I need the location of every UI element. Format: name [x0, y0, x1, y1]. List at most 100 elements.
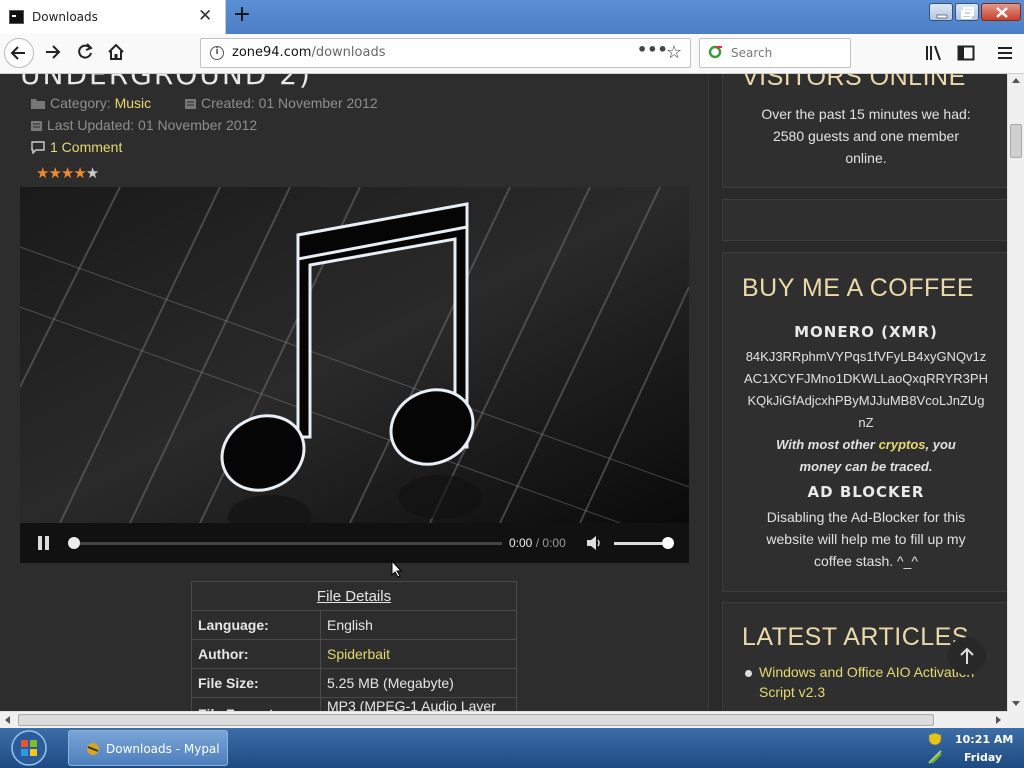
updated-meta: Last Updated: 01 November 2012 — [30, 117, 257, 133]
latest-articles-panel: LATEST ARTICLES Windows and Office AIO A… — [722, 602, 1007, 711]
adblock-text: Disabling the Ad-Blocker for this websit… — [766, 509, 966, 569]
current-time: 0:00 — [509, 536, 533, 550]
comments-link[interactable]: 1 Comment — [50, 139, 122, 155]
clock-day[interactable]: Friday — [964, 751, 1002, 764]
vertical-scrollbar[interactable] — [1007, 74, 1024, 711]
sidebar-toggle-icon[interactable] — [957, 44, 975, 62]
table-row: File Size: 5.25 MB (Megabyte) — [191, 668, 517, 698]
mypal-app-icon — [87, 743, 99, 755]
clock-time[interactable]: 10:21 AM — [955, 733, 1013, 746]
file-details-header: File Details — [191, 581, 517, 611]
new-tab-button[interactable]: + — [231, 2, 253, 30]
seek-handle[interactable] — [68, 537, 80, 549]
scroll-right-arrow-icon[interactable] — [996, 716, 1001, 724]
detail-key: File Size: — [191, 668, 321, 698]
scrollbar-corner — [1007, 711, 1024, 728]
info-icon[interactable]: i — [210, 46, 224, 60]
shield-icon[interactable] — [928, 732, 942, 746]
close-tab-icon[interactable]: ✕ — [198, 6, 212, 26]
search-engine-icon — [708, 45, 722, 59]
cryptos-link[interactable]: cryptos — [879, 437, 926, 452]
category-link[interactable]: Music — [115, 95, 152, 111]
horizontal-scrollbar[interactable] — [0, 711, 1007, 728]
site-favicon-icon — [9, 10, 24, 24]
network-icon[interactable] — [928, 750, 942, 764]
horizontal-scroll-thumb[interactable] — [18, 714, 934, 726]
pause-icon[interactable] — [38, 536, 50, 550]
scroll-down-arrow-icon[interactable] — [1012, 701, 1020, 706]
detail-key: Author: — [191, 639, 321, 669]
forward-button[interactable] — [38, 38, 68, 68]
detail-key: Language: — [191, 610, 321, 640]
table-row: Language: English — [191, 610, 517, 640]
bookmark-star-icon[interactable]: ☆ — [666, 42, 682, 63]
visitors-text: Over the past 15 minutes we had: 2580 gu… — [761, 106, 971, 166]
address-line: AC1XCYFJMno1DKWLLaoQxqRRYR3PH — [744, 371, 988, 386]
back-button[interactable] — [4, 38, 34, 68]
close-window-button[interactable] — [981, 3, 1021, 21]
volume-icon[interactable] — [585, 534, 603, 552]
time-display: 0:00 / 0:00 — [509, 536, 566, 550]
star-icon[interactable]: ★ — [73, 164, 86, 182]
windows-start-icon[interactable] — [8, 729, 50, 767]
reload-button[interactable] — [71, 38, 101, 68]
comment-icon — [31, 141, 45, 154]
address-bar[interactable]: i zone94.com/downloads ••• ☆ — [200, 38, 691, 68]
visitors-title: VISITORS ONLINE — [742, 74, 966, 91]
created-meta: Created: 01 November 2012 — [184, 95, 378, 111]
windows-taskbar: Downloads - Mypal 10:21 AM Friday — [0, 728, 1024, 768]
menu-icon[interactable] — [996, 44, 1014, 62]
article-link[interactable]: Windows and Office AIO Activation Script… — [759, 662, 979, 702]
coffee-title: BUY ME A COFFEE — [742, 274, 975, 302]
star-icon[interactable]: ★ — [48, 164, 61, 182]
search-bar[interactable]: Search — [699, 38, 851, 68]
taskbar-label: Downloads - Mypal — [106, 742, 220, 756]
folder-icon — [31, 99, 45, 109]
monero-address[interactable]: 84KJ3RRphmVYPqs1fVFyLB4xyGNQv1z AC1XCYFJ… — [723, 346, 1007, 434]
taskbar-mypal-button[interactable]: Downloads - Mypal — [68, 730, 228, 766]
volume-handle[interactable] — [662, 537, 674, 549]
address-line: nZ — [858, 415, 874, 430]
vertical-scroll-thumb[interactable] — [1010, 124, 1022, 158]
audio-player[interactable]: 0:00 / 0:00 — [20, 187, 689, 563]
detail-value: 5.25 MB (Megabyte) — [320, 668, 517, 698]
star-icon[interactable]: ★ — [61, 164, 74, 182]
browser-toolbar: i zone94.com/downloads ••• ☆ Search — [0, 34, 1024, 74]
half-star-icon[interactable]: ★ — [86, 164, 99, 182]
updated-date: Last Updated: 01 November 2012 — [47, 117, 258, 133]
scroll-up-arrow-icon[interactable] — [1012, 78, 1020, 83]
sidebar: VISITORS ONLINE Over the past 15 minutes… — [708, 74, 1007, 711]
search-input[interactable]: Search — [731, 46, 772, 60]
maximize-window-button[interactable] — [955, 3, 979, 21]
mouse-cursor-icon — [391, 560, 403, 578]
web-page: UNDERGROUND 2) Category: Music Created: … — [0, 74, 1007, 711]
address-line: 84KJ3RRphmVYPqs1fVFyLB4xyGNQv1z — [745, 349, 987, 364]
url-host: zone94.com — [232, 45, 312, 60]
address-line: KQkJiGfAdjcxhPByMJJuMB8VcoLJnZUg — [747, 393, 985, 408]
latest-title: LATEST ARTICLES — [742, 623, 970, 651]
adblock-heading: AD BLOCKER — [807, 483, 925, 501]
screen: Downloads ✕ + i zone94.com/downloads •••… — [0, 0, 1024, 768]
scroll-to-top-button[interactable] — [948, 637, 986, 675]
crypto-note: With most other cryptos, you money can b… — [723, 434, 1007, 478]
browser-tab-bar: Downloads ✕ + — [0, 0, 1024, 34]
table-row: File Format:MP3 (MPEG-1 Audio Layer 3) — [191, 697, 517, 711]
tab-title: Downloads — [32, 10, 98, 24]
volume-slider[interactable] — [614, 542, 668, 545]
star-icon[interactable]: ★ — [36, 164, 49, 182]
seek-bar[interactable] — [72, 542, 502, 545]
tab-downloads[interactable]: Downloads ✕ — [0, 0, 226, 34]
minimize-window-button[interactable] — [929, 3, 953, 21]
page-actions-icon[interactable]: ••• — [637, 40, 668, 59]
star-rating[interactable]: ★★★★★ — [36, 164, 99, 182]
url-text[interactable]: zone94.com/downloads — [232, 45, 385, 60]
library-icon[interactable] — [925, 44, 943, 62]
category-label: Category: — [50, 95, 111, 111]
scroll-left-arrow-icon[interactable] — [5, 716, 10, 724]
empty-panel — [722, 199, 1007, 241]
file-details-table: File Details Language: English Author: Spi… — [191, 581, 517, 711]
home-button[interactable] — [102, 38, 132, 68]
url-path: /downloads — [311, 45, 386, 60]
arrow-up-icon — [960, 647, 974, 664]
author-link[interactable]: Spiderbait — [320, 639, 517, 669]
